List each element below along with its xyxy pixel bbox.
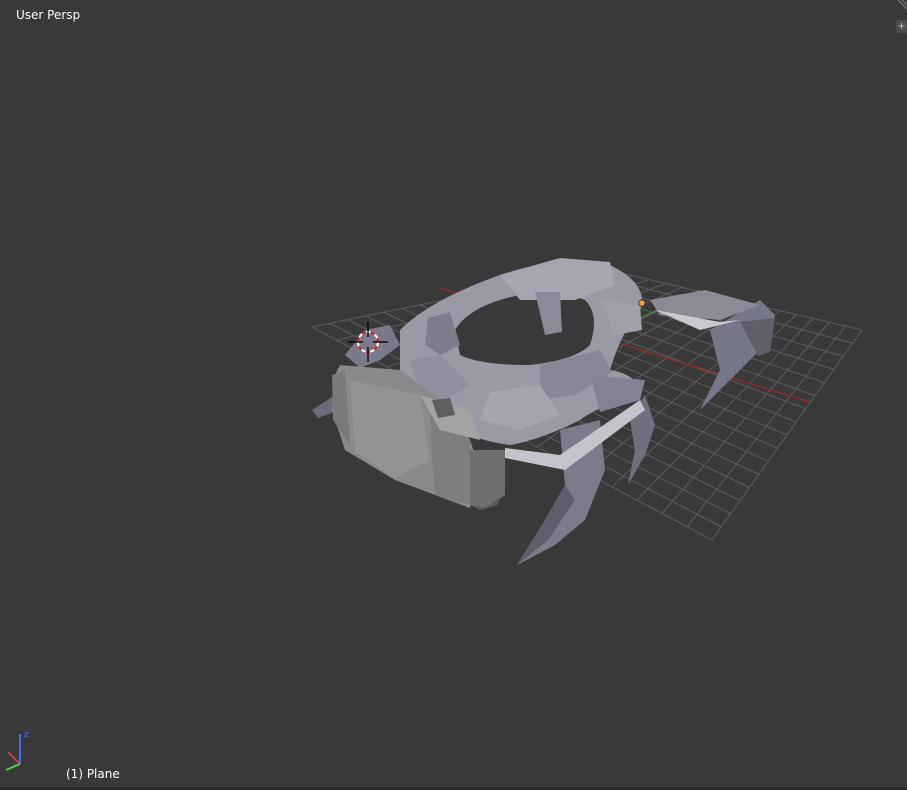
- active-object-label: (1) Plane: [66, 767, 120, 781]
- scene-canvas[interactable]: [0, 0, 907, 790]
- region-plus-icon[interactable]: +: [896, 20, 907, 33]
- 3d-viewport[interactable]: + User Persp z (1) Plane: [0, 0, 907, 790]
- gizmo-z-label: z: [24, 730, 29, 740]
- axis-gizmo-icon: z: [5, 730, 29, 771]
- corner-split-handle[interactable]: [897, 0, 907, 10]
- view-name-label: User Persp: [16, 8, 81, 22]
- grid-line: [686, 325, 847, 527]
- origin-dot-icon[interactable]: [638, 299, 646, 307]
